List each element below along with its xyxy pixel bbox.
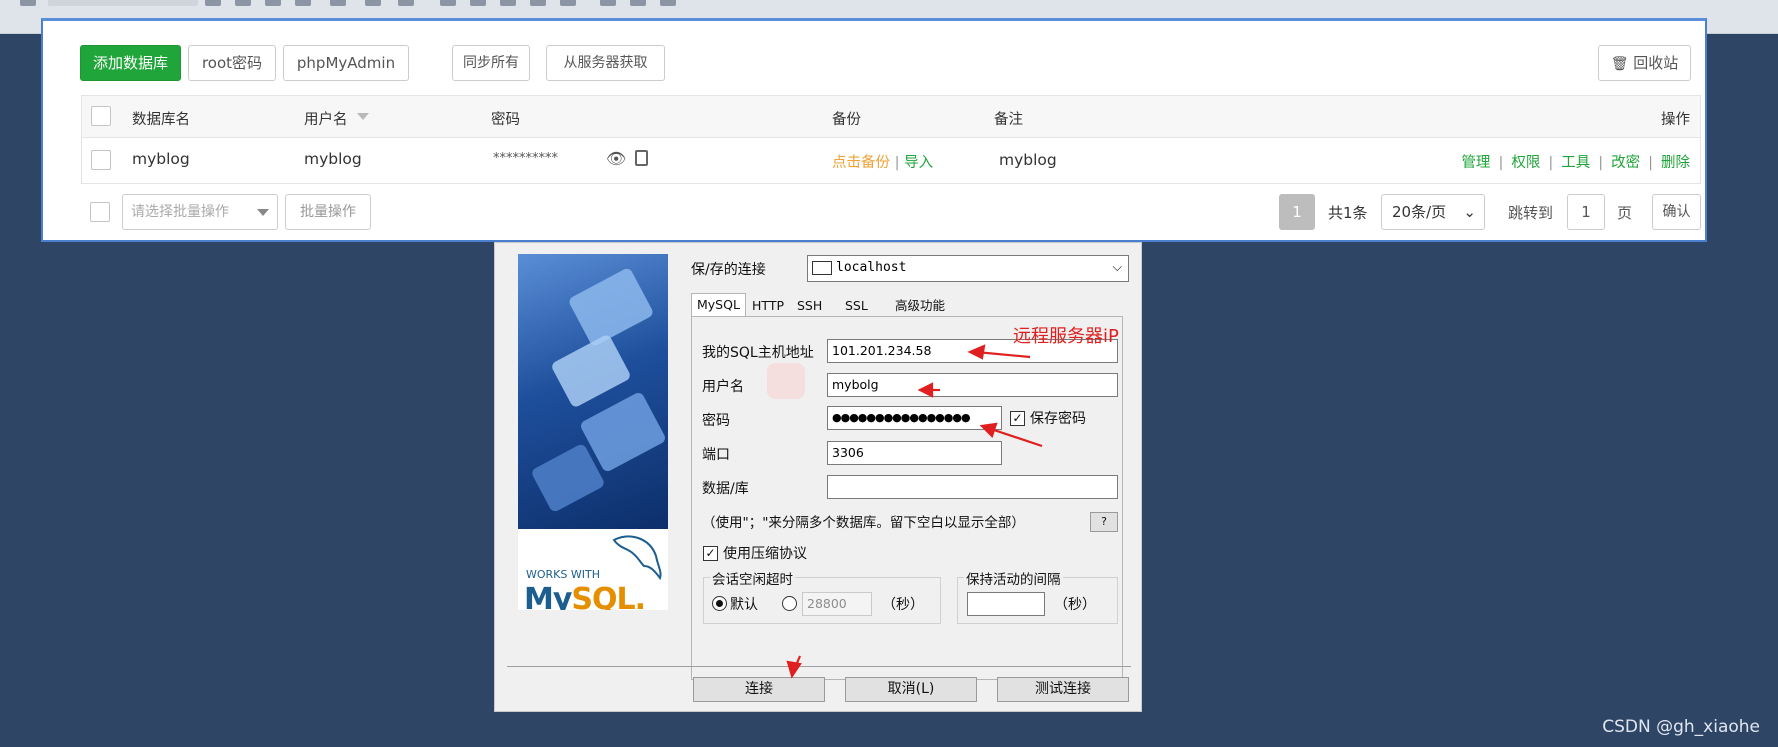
row-backup: 点击备份 | 导入 (832, 155, 934, 171)
page-unit: 页 (1617, 204, 1633, 222)
copy-icon[interactable] (635, 150, 648, 166)
import-link[interactable]: 导入 (904, 155, 933, 171)
row-checkbox[interactable] (91, 150, 111, 170)
add-database-button[interactable]: 添加数据库 (80, 45, 181, 81)
database-panel: 添加数据库 root密码 phpMyAdmin 同步所有 从服务器获取 🗑 回收… (41, 18, 1707, 242)
col-name: 数据库名 (132, 112, 190, 128)
watermark: CSDN @gh_xiaohe (1602, 717, 1760, 737)
page-current[interactable]: 1 (1279, 194, 1315, 230)
select-all-checkbox[interactable] (91, 106, 111, 126)
chevron-down-icon: ⌄ (1463, 203, 1476, 221)
table-header: 数据库名 用户名 密码 备份 备注 操作 (82, 96, 1700, 138)
delete-link[interactable]: 删除 (1661, 155, 1690, 171)
phpmyadmin-button[interactable]: phpMyAdmin (283, 45, 409, 81)
database-table: 数据库名 用户名 密码 备份 备注 操作 myblog myblog *****… (81, 95, 1701, 184)
confirm-jump-button[interactable]: 确认 (1652, 194, 1701, 230)
total-count: 共1条 (1328, 204, 1368, 222)
col-backup: 备份 (832, 112, 861, 128)
table-row: myblog myblog ********** 👁 点击备份 | 导入 myb… (82, 138, 1700, 184)
row-actions: 管理 | 权限 | 工具 | 改密 | 删除 (1461, 155, 1690, 171)
col-actions: 操作 (1661, 112, 1690, 128)
batch-select[interactable]: 请选择批量操作 (122, 194, 278, 230)
sync-all-button[interactable]: 同步所有 (452, 45, 530, 81)
change-password-link[interactable]: 改密 (1611, 155, 1640, 171)
fetch-from-server-button[interactable]: 从服务器获取 (546, 45, 665, 81)
trash-icon: 🗑 (1610, 56, 1629, 72)
root-password-button[interactable]: root密码 (188, 45, 276, 81)
eye-icon[interactable]: 👁 (606, 149, 626, 168)
footer-select-all-checkbox[interactable] (90, 202, 110, 222)
chevron-down-icon (257, 209, 269, 216)
row-db-name: myblog (132, 150, 190, 168)
batch-action-button[interactable]: 批量操作 (285, 194, 371, 230)
row-note[interactable]: myblog (999, 151, 1057, 169)
jump-label: 跳转到 (1508, 204, 1554, 222)
col-password: 密码 (491, 112, 520, 128)
recycle-bin-button[interactable]: 🗑 回收站 (1598, 45, 1691, 81)
tools-link[interactable]: 工具 (1561, 155, 1590, 171)
row-password: ********** (493, 151, 558, 166)
sort-down-icon[interactable] (357, 113, 369, 120)
manage-link[interactable]: 管理 (1461, 155, 1490, 171)
row-user: myblog (304, 150, 362, 168)
col-user[interactable]: 用户名 (304, 108, 348, 129)
permissions-link[interactable]: 权限 (1511, 155, 1540, 171)
per-page-select[interactable]: 20条/页 ⌄ (1381, 194, 1485, 230)
backup-link[interactable]: 点击备份 (832, 155, 890, 171)
col-note: 备注 (994, 112, 1023, 128)
jump-page-input[interactable]: 1 (1567, 194, 1605, 230)
